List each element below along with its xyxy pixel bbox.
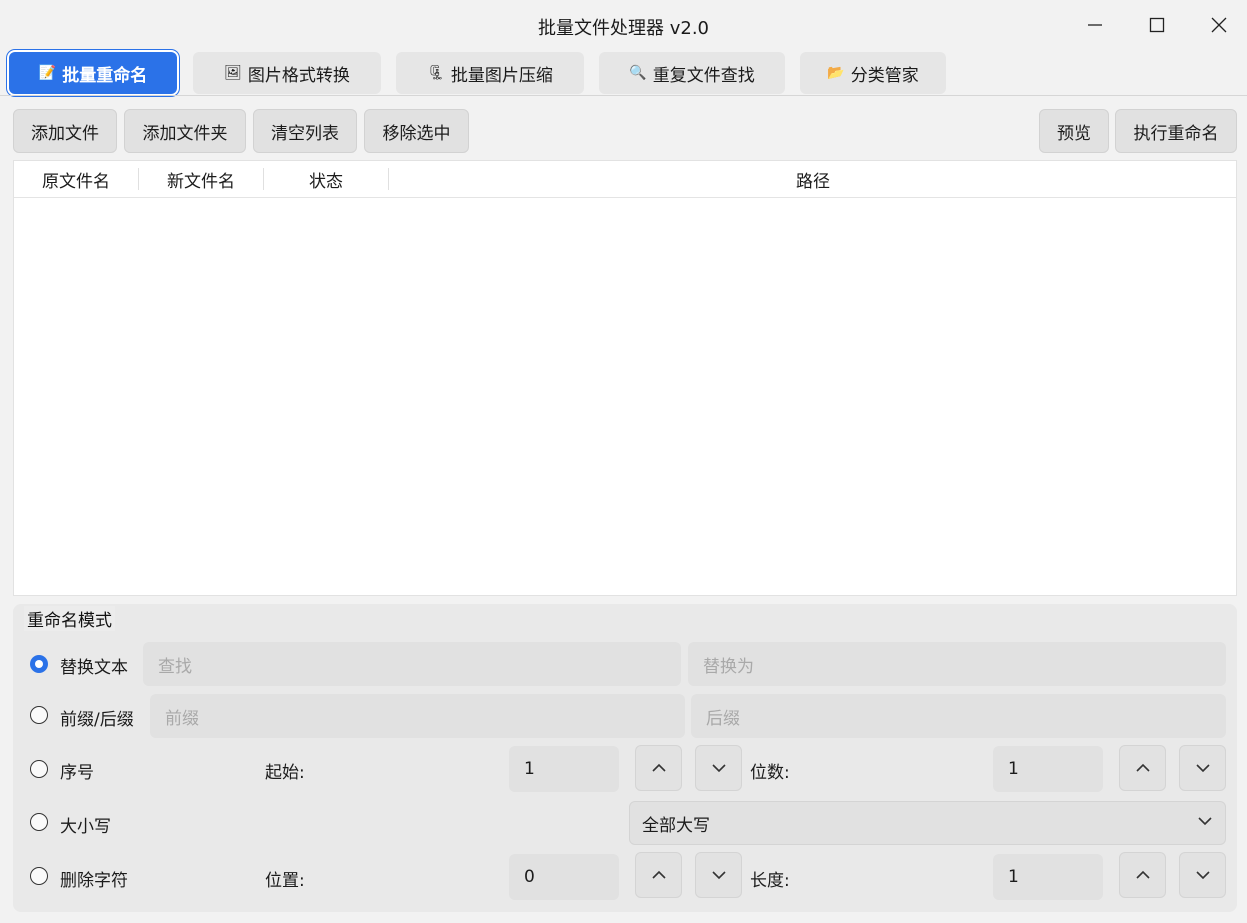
chevron-down-icon xyxy=(711,871,726,880)
delete-chars-label: 删除字符 xyxy=(60,871,128,891)
search-icon: 🔍 xyxy=(629,65,647,81)
chevron-down-icon xyxy=(1195,764,1210,773)
tab-label: 重复文件查找 xyxy=(652,65,755,86)
tab-label: 批量重命名 xyxy=(62,65,148,86)
replace-text-label: 替换文本 xyxy=(60,658,128,678)
prefix-suffix-radio[interactable] xyxy=(30,706,48,724)
column-status[interactable]: 状态 xyxy=(264,161,388,198)
case-select-value: 全部大写 xyxy=(642,815,710,836)
start-decrement-button[interactable] xyxy=(695,745,742,791)
clear-list-button[interactable]: 清空列表 xyxy=(253,109,357,153)
column-path[interactable]: 路径 xyxy=(389,161,1237,198)
digits-increment-button[interactable] xyxy=(1119,745,1166,791)
remove-selected-button[interactable]: 移除选中 xyxy=(364,109,469,153)
app-window: 批量文件处理器 v2.0 📝 批量重命名 🖼 图片格式转换 🗜 批量图片压缩 🔍… xyxy=(0,0,1247,923)
digits-value-input[interactable]: 1 xyxy=(993,746,1103,792)
close-icon xyxy=(1211,17,1227,33)
digits-decrement-button[interactable] xyxy=(1179,745,1226,791)
length-value-input[interactable]: 1 xyxy=(993,854,1103,900)
replace-with-input[interactable]: 替换为 xyxy=(688,642,1226,686)
tab-batch-rename[interactable]: 📝 批量重命名 xyxy=(9,52,177,94)
column-original-name[interactable]: 原文件名 xyxy=(14,161,138,198)
clamp-icon: 🗜 xyxy=(427,65,445,81)
position-increment-button[interactable] xyxy=(635,852,682,898)
title-bar: 批量文件处理器 v2.0 xyxy=(0,0,1247,50)
replace-text-radio[interactable] xyxy=(30,655,48,673)
column-new-name[interactable]: 新文件名 xyxy=(139,161,263,198)
minimize-icon xyxy=(1088,24,1102,26)
close-button[interactable] xyxy=(1188,4,1247,46)
position-decrement-button[interactable] xyxy=(695,852,742,898)
position-label: 位置: xyxy=(265,871,305,891)
chevron-up-icon xyxy=(651,763,666,772)
chevron-up-icon xyxy=(1135,870,1150,879)
tab-image-convert[interactable]: 🖼 图片格式转换 xyxy=(193,52,381,94)
sequence-label: 序号 xyxy=(60,763,94,783)
delete-chars-radio[interactable] xyxy=(30,867,48,885)
tab-label: 分类管家 xyxy=(850,65,919,86)
rename-mode-title: 重命名模式 xyxy=(24,606,115,631)
start-increment-button[interactable] xyxy=(635,745,682,791)
execute-rename-button[interactable]: 执行重命名 xyxy=(1115,109,1237,153)
chevron-up-icon xyxy=(651,870,666,879)
tab-classifier[interactable]: 📂 分类管家 xyxy=(800,52,946,94)
chevron-down-icon xyxy=(711,764,726,773)
length-label: 长度: xyxy=(750,871,790,891)
tab-divider xyxy=(0,95,1247,96)
chevron-up-icon xyxy=(1135,763,1150,772)
case-label: 大小写 xyxy=(60,817,111,837)
chevron-down-icon xyxy=(1198,817,1212,826)
position-value-input[interactable]: 0 xyxy=(509,854,619,900)
case-radio[interactable] xyxy=(30,813,48,831)
length-increment-button[interactable] xyxy=(1119,852,1166,898)
find-input[interactable]: 查找 xyxy=(143,642,681,686)
prefix-suffix-label: 前缀/后缀 xyxy=(60,710,134,730)
prefix-input[interactable]: 前缀 xyxy=(150,694,685,738)
start-value-input[interactable]: 1 xyxy=(509,746,619,792)
length-decrement-button[interactable] xyxy=(1179,852,1226,898)
tab-label: 批量图片压缩 xyxy=(450,65,553,86)
chevron-down-icon xyxy=(1195,871,1210,880)
folder-icon: 📂 xyxy=(827,65,845,81)
minimize-button[interactable] xyxy=(1064,4,1126,46)
file-table[interactable]: 原文件名 新文件名 状态 路径 xyxy=(13,160,1237,596)
tab-label: 图片格式转换 xyxy=(247,65,350,86)
document-edit-icon: 📝 xyxy=(38,65,57,81)
preview-button[interactable]: 预览 xyxy=(1039,109,1109,153)
table-header: 原文件名 新文件名 状态 路径 xyxy=(14,161,1236,198)
maximize-button[interactable] xyxy=(1126,4,1188,46)
add-file-button[interactable]: 添加文件 xyxy=(13,109,117,153)
sequence-radio[interactable] xyxy=(30,760,48,778)
digits-label: 位数: xyxy=(750,763,790,783)
tab-duplicate-finder[interactable]: 🔍 重复文件查找 xyxy=(599,52,785,94)
window-title: 批量文件处理器 v2.0 xyxy=(538,18,709,39)
case-select[interactable]: 全部大写 xyxy=(629,801,1226,845)
suffix-input[interactable]: 后缀 xyxy=(691,694,1226,738)
image-icon: 🖼 xyxy=(224,65,242,81)
start-label: 起始: xyxy=(265,763,305,783)
maximize-icon xyxy=(1149,17,1165,33)
tab-image-compress[interactable]: 🗜 批量图片压缩 xyxy=(396,52,584,94)
add-folder-button[interactable]: 添加文件夹 xyxy=(124,109,246,153)
